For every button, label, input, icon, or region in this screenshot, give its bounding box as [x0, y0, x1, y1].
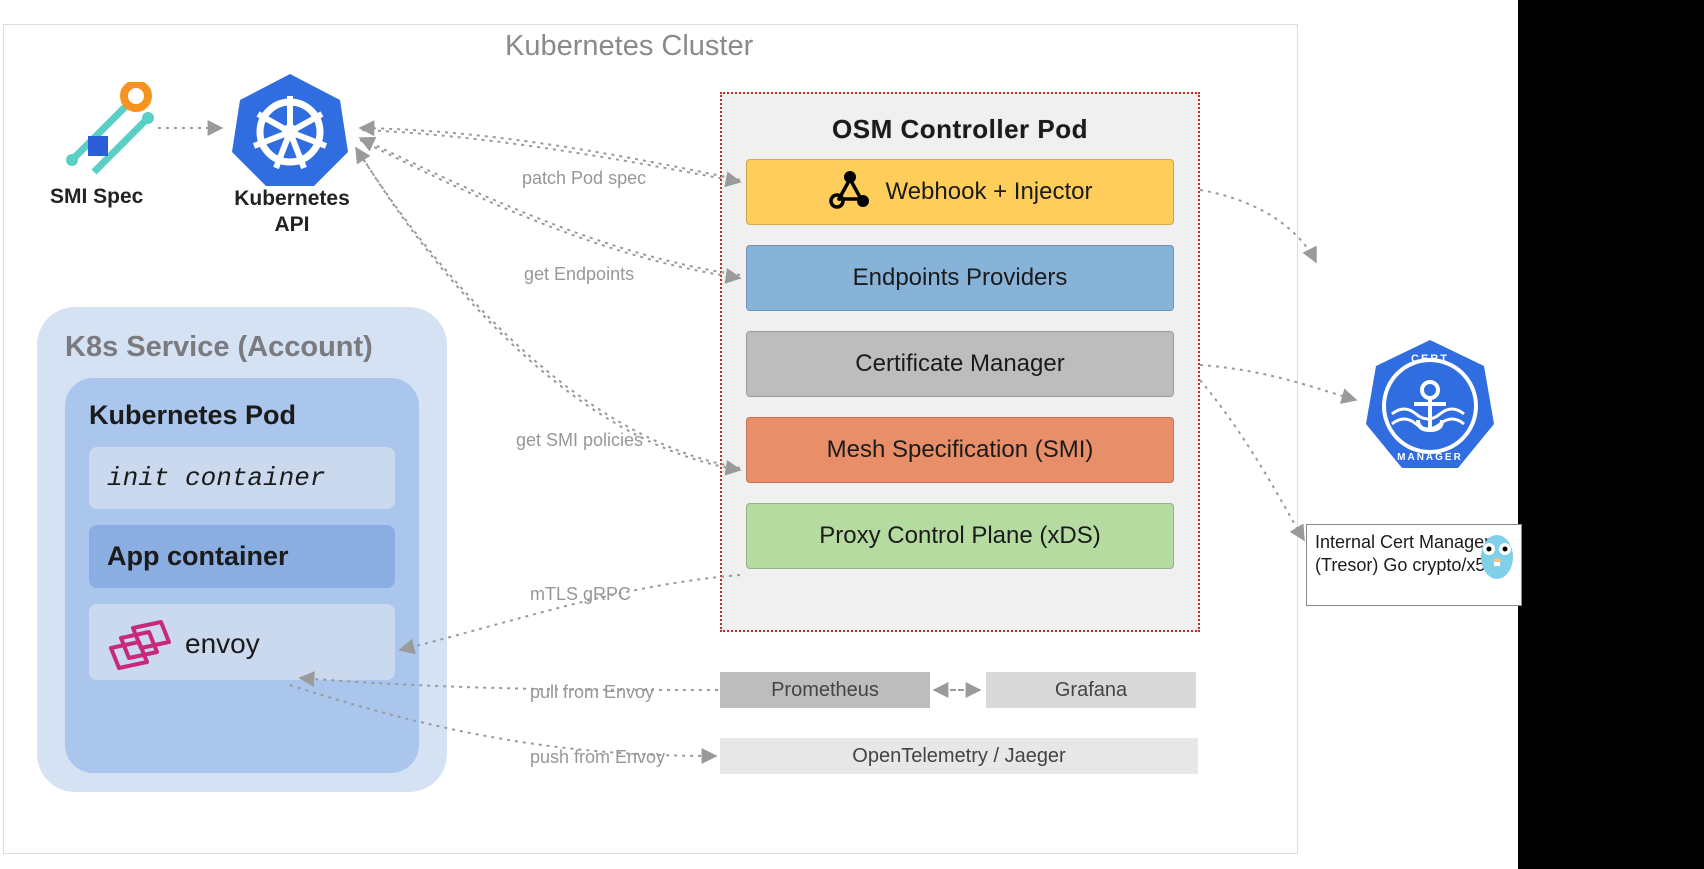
envoy-label: envoy — [185, 628, 260, 660]
kubernetes-pod-title: Kubernetes Pod — [89, 400, 395, 431]
gopher-icon — [1477, 529, 1517, 581]
edge-label-patch-pod-spec: patch Pod spec — [522, 168, 646, 189]
mesh-spec-smi-label: Mesh Specification (SMI) — [827, 436, 1094, 464]
proxy-control-plane-box: Proxy Control Plane (xDS) — [746, 503, 1174, 569]
webhook-injector-box: Webhook + Injector — [746, 159, 1174, 225]
edge-label-push-from-envoy: push from Envoy — [530, 747, 665, 768]
proxy-control-plane-label: Proxy Control Plane (xDS) — [819, 522, 1100, 550]
edge-label-get-endpoints: get Endpoints — [524, 264, 634, 285]
certificate-manager-label: Certificate Manager — [855, 350, 1064, 378]
app-container-box: App container — [89, 525, 395, 588]
kubernetes-pod-box: Kubernetes Pod init container App contai… — [65, 378, 419, 773]
osm-controller-title: OSM Controller Pod — [746, 114, 1174, 145]
metrics-row: Prometheus Grafana — [720, 672, 1196, 708]
svg-text:MANAGER: MANAGER — [1397, 452, 1463, 463]
cluster-title: Kubernetes Cluster — [505, 30, 753, 63]
endpoints-providers-box: Endpoints Providers — [746, 245, 1174, 311]
certificate-manager-box: Certificate Manager — [746, 331, 1174, 397]
internal-cert-manager-box: Internal Cert Manager (Tresor) Go crypto… — [1306, 524, 1522, 606]
grafana-box: Grafana — [986, 672, 1196, 708]
edge-label-pull-from-envoy: pull from Envoy — [530, 682, 654, 703]
smi-spec-icon — [58, 82, 154, 178]
edge-label-mtls-grpc: mTLS gRPC — [530, 584, 631, 605]
kubernetes-icon — [230, 70, 350, 188]
kubernetes-api-label: Kubernetes API — [232, 186, 352, 239]
opentelemetry-jaeger-box: OpenTelemetry / Jaeger — [720, 738, 1198, 774]
envoy-container-box: envoy — [89, 604, 395, 680]
k8s-service-account-box: K8s Service (Account) Kubernetes Pod ini… — [37, 307, 447, 792]
svg-text:CERT: CERT — [1411, 353, 1449, 365]
smi-spec-label: SMI Spec — [50, 185, 143, 209]
envoy-icon — [107, 618, 179, 670]
webhook-icon — [827, 169, 873, 215]
webhook-injector-label: Webhook + Injector — [885, 178, 1092, 206]
mesh-spec-smi-box: Mesh Specification (SMI) — [746, 417, 1174, 483]
endpoints-providers-label: Endpoints Providers — [853, 264, 1068, 292]
k8s-service-title: K8s Service (Account) — [65, 331, 419, 364]
init-container-box: init container — [89, 447, 395, 509]
edge-label-get-smi-policies: get SMI policies — [516, 430, 643, 451]
prometheus-box: Prometheus — [720, 672, 930, 708]
right-black-strip — [1518, 0, 1704, 869]
osm-controller-pod-box: OSM Controller Pod Webhook + Injector En… — [720, 92, 1200, 632]
cert-manager-icon: CERT MANAGER — [1362, 338, 1498, 474]
